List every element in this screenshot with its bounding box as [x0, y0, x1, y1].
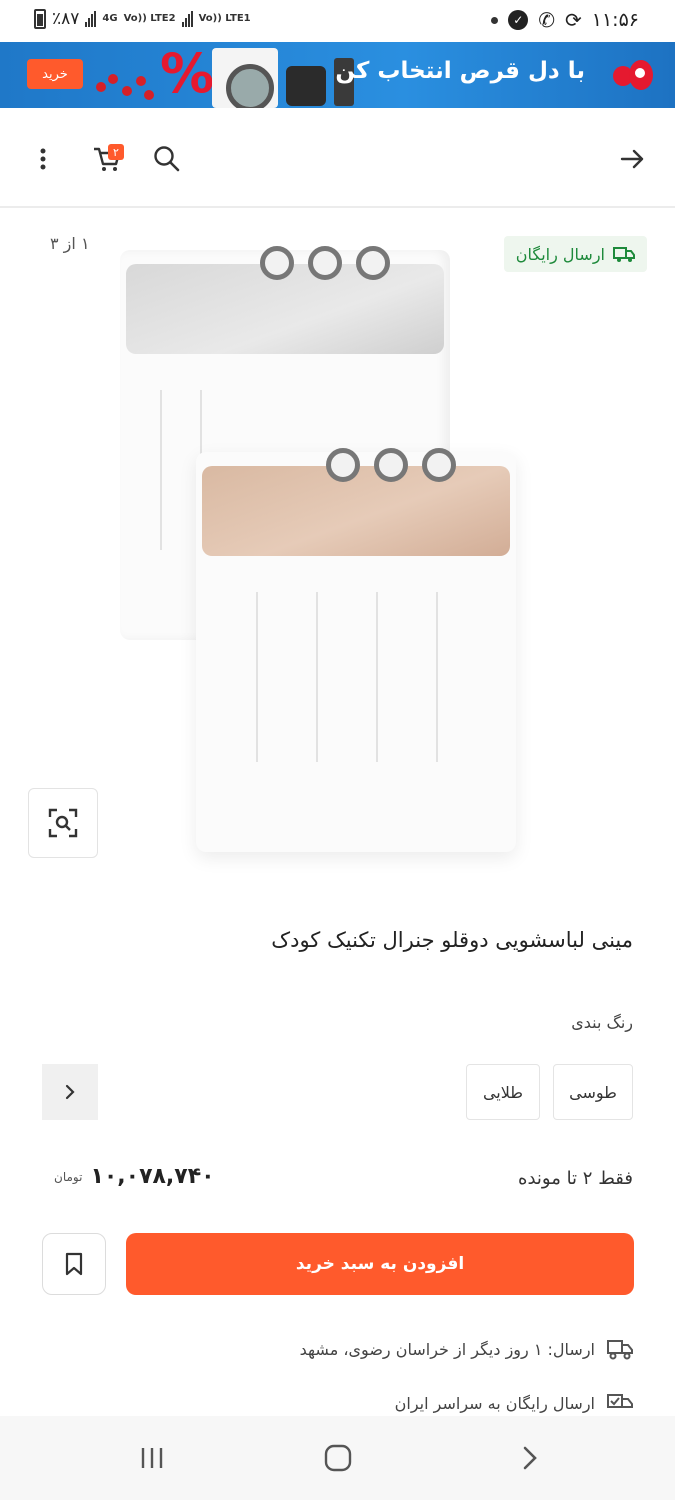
bookmark-button[interactable] — [42, 1233, 106, 1295]
cart-icon[interactable]: ۲ — [90, 142, 124, 176]
color-option-gold[interactable]: طلایی — [466, 1064, 540, 1120]
truck-check-icon — [613, 247, 635, 262]
signal-icon-2 — [181, 11, 193, 27]
top-navigation: ۲ — [0, 108, 675, 208]
battery-icon — [34, 9, 46, 29]
washer-rib — [256, 592, 258, 762]
back-arrow-icon[interactable] — [615, 142, 649, 176]
sync-icon: ⟳ — [565, 8, 582, 32]
status-bar: ٪۸۷ 4G Vo)) LTE2 Vo)) LTE1 ✓ ✆ ⟳ ۱۱:۵۶ — [0, 0, 675, 42]
network-type-1: 4G — [102, 13, 118, 24]
image-zoom-button[interactable] — [28, 788, 98, 858]
washer-rib — [316, 592, 318, 762]
status-left: ٪۸۷ 4G Vo)) LTE2 Vo)) LTE1 — [34, 9, 251, 29]
system-navigation-bar — [0, 1416, 675, 1500]
recent-apps-icon[interactable] — [132, 1438, 172, 1478]
banner-buy-button[interactable]: خرید — [27, 59, 83, 89]
knob-icon — [356, 246, 390, 280]
product-gallery[interactable]: ۱ از ۳ ارسال رایگان — [0, 210, 675, 880]
clock: ۱۱:۵۶ — [591, 9, 639, 31]
delivery-info: ارسال: ۱ روز دیگر از خراسان رضوی، مشهد — [300, 1338, 633, 1360]
washer-rib — [160, 390, 162, 550]
truck-check-icon — [607, 1394, 633, 1408]
status-right: ✓ ✆ ⟳ ۱۱:۵۶ — [491, 8, 639, 32]
knob-icon — [308, 246, 342, 280]
colors-scroll-button[interactable] — [42, 1064, 98, 1120]
delivery-text: ارسال: ۱ روز دیگر از خراسان رضوی، مشهد — [299, 1339, 595, 1359]
cart-count-badge: ۲ — [108, 144, 124, 160]
product-title: مینی لباسشویی دوقلو جنرال تکنیک کودک — [271, 928, 633, 952]
back-nav-icon[interactable] — [510, 1438, 550, 1478]
whatsapp-icon: ✆ — [538, 8, 555, 32]
washer-gold — [196, 448, 516, 852]
bookmark-icon — [65, 1252, 83, 1276]
notification-dot-icon — [491, 16, 499, 24]
knob-icon — [422, 448, 456, 482]
image-counter: ۱ از ۳ — [50, 234, 90, 253]
chevron-right-icon — [65, 1084, 75, 1100]
color-options-label: رنگ بندی — [571, 1013, 633, 1032]
currency-label: تومان — [54, 1169, 83, 1184]
product-image — [110, 230, 530, 870]
shield-check-icon: ✓ — [508, 10, 529, 30]
truck-icon — [607, 1340, 633, 1360]
add-to-cart-button[interactable]: افزودن به سبد خرید — [126, 1233, 634, 1295]
washer-rib — [436, 592, 438, 762]
washing-machine-image — [212, 48, 278, 108]
battery-level: ٪۸۷ — [52, 9, 80, 29]
promo-banner[interactable]: خرید % با دل قرص انتخاب کن — [0, 42, 675, 108]
more-options-icon[interactable] — [26, 142, 60, 176]
banner-headline: با دل قرص انتخاب کن — [335, 58, 585, 84]
product-price: ۱۰,۰۷۸,۷۴۰ — [90, 1164, 215, 1189]
free-shipping-text: ارسال رایگان به سراسر ایران — [394, 1393, 595, 1413]
signal-icon — [85, 11, 97, 27]
network-volte-2: Vo)) LTE2 — [123, 13, 176, 24]
color-option-grey[interactable]: طوسی — [553, 1064, 633, 1120]
brand-logo — [613, 56, 653, 94]
free-shipping-info: ارسال رایگان به سراسر ایران — [395, 1392, 633, 1414]
washer-rib — [376, 592, 378, 762]
home-icon[interactable] — [318, 1438, 358, 1478]
network-volte-1: Vo)) LTE1 — [198, 13, 251, 24]
percent-sign: % — [160, 42, 215, 105]
search-icon[interactable] — [150, 142, 184, 176]
berries-decoration — [96, 72, 156, 102]
washer-lid-gold — [202, 466, 510, 556]
air-fryer-image — [286, 66, 326, 106]
price-block: تومان ۱۰,۰۷۸,۷۴۰ — [54, 1164, 215, 1189]
knob-icon — [326, 448, 360, 482]
scan-search-icon — [48, 808, 78, 838]
knob-icon — [260, 246, 294, 280]
stock-remaining: فقط ۲ تا مونده — [518, 1168, 633, 1189]
knob-icon — [374, 448, 408, 482]
